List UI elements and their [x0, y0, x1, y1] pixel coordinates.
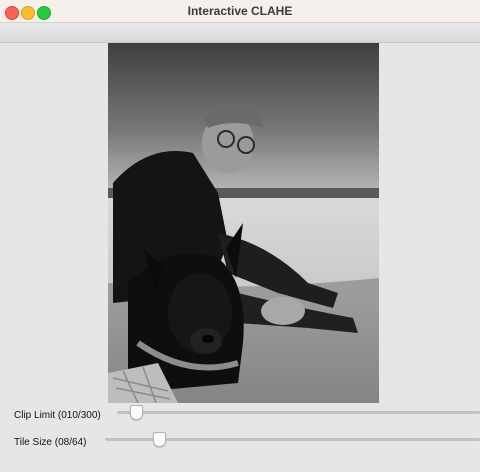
photo-icon [108, 43, 379, 403]
clip-limit-slider-thumb[interactable] [130, 405, 143, 420]
toolbar [0, 23, 480, 43]
title-bar: Interactive CLAHE [0, 0, 480, 23]
tile-size-label: Tile Size (08/64) [14, 437, 87, 448]
tile-size-slider-thumb[interactable] [153, 432, 166, 447]
window-title: Interactive CLAHE [187, 4, 293, 18]
clip-limit-slider[interactable] [117, 411, 480, 414]
processed-image [108, 43, 379, 403]
clip-limit-label: Clip Limit (010/300) [14, 410, 101, 421]
